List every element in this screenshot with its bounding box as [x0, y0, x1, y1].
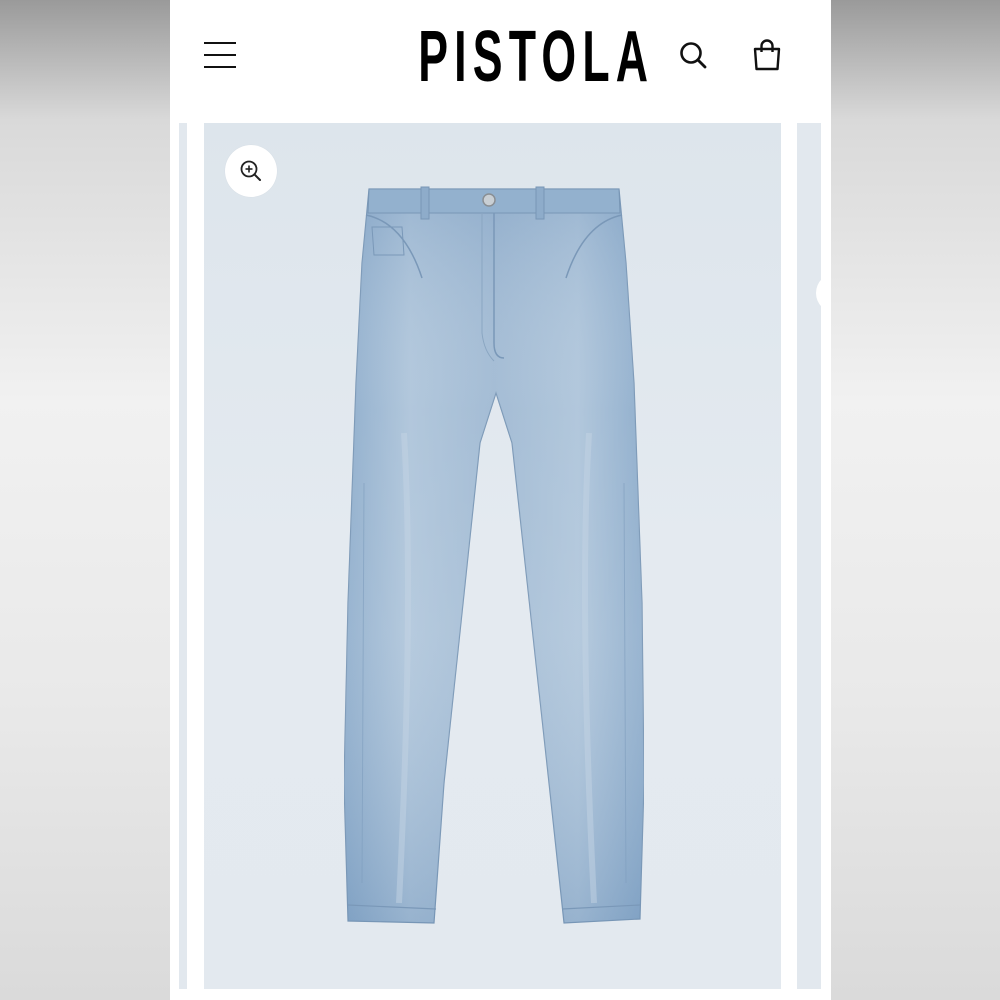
product-image-gallery[interactable] [170, 123, 831, 1000]
jeans-product-image [344, 186, 644, 924]
search-icon [680, 42, 707, 69]
site-header: PISTOLA [170, 0, 831, 112]
shopping-bag-icon [753, 39, 781, 71]
cart-button[interactable] [752, 38, 782, 72]
zoom-in-icon [240, 160, 261, 181]
phone-screen: PISTOLA [170, 0, 831, 1000]
next-slide-peek[interactable] [797, 123, 821, 989]
search-button[interactable] [678, 40, 710, 72]
left-backdrop [0, 0, 170, 1000]
zoom-button[interactable] [225, 145, 277, 197]
previous-slide-peek[interactable] [179, 123, 187, 989]
menu-button[interactable] [202, 38, 238, 72]
brand-logo[interactable]: PISTOLA [418, 12, 648, 102]
product-image-slide[interactable] [204, 123, 781, 989]
right-backdrop [831, 0, 1000, 1000]
